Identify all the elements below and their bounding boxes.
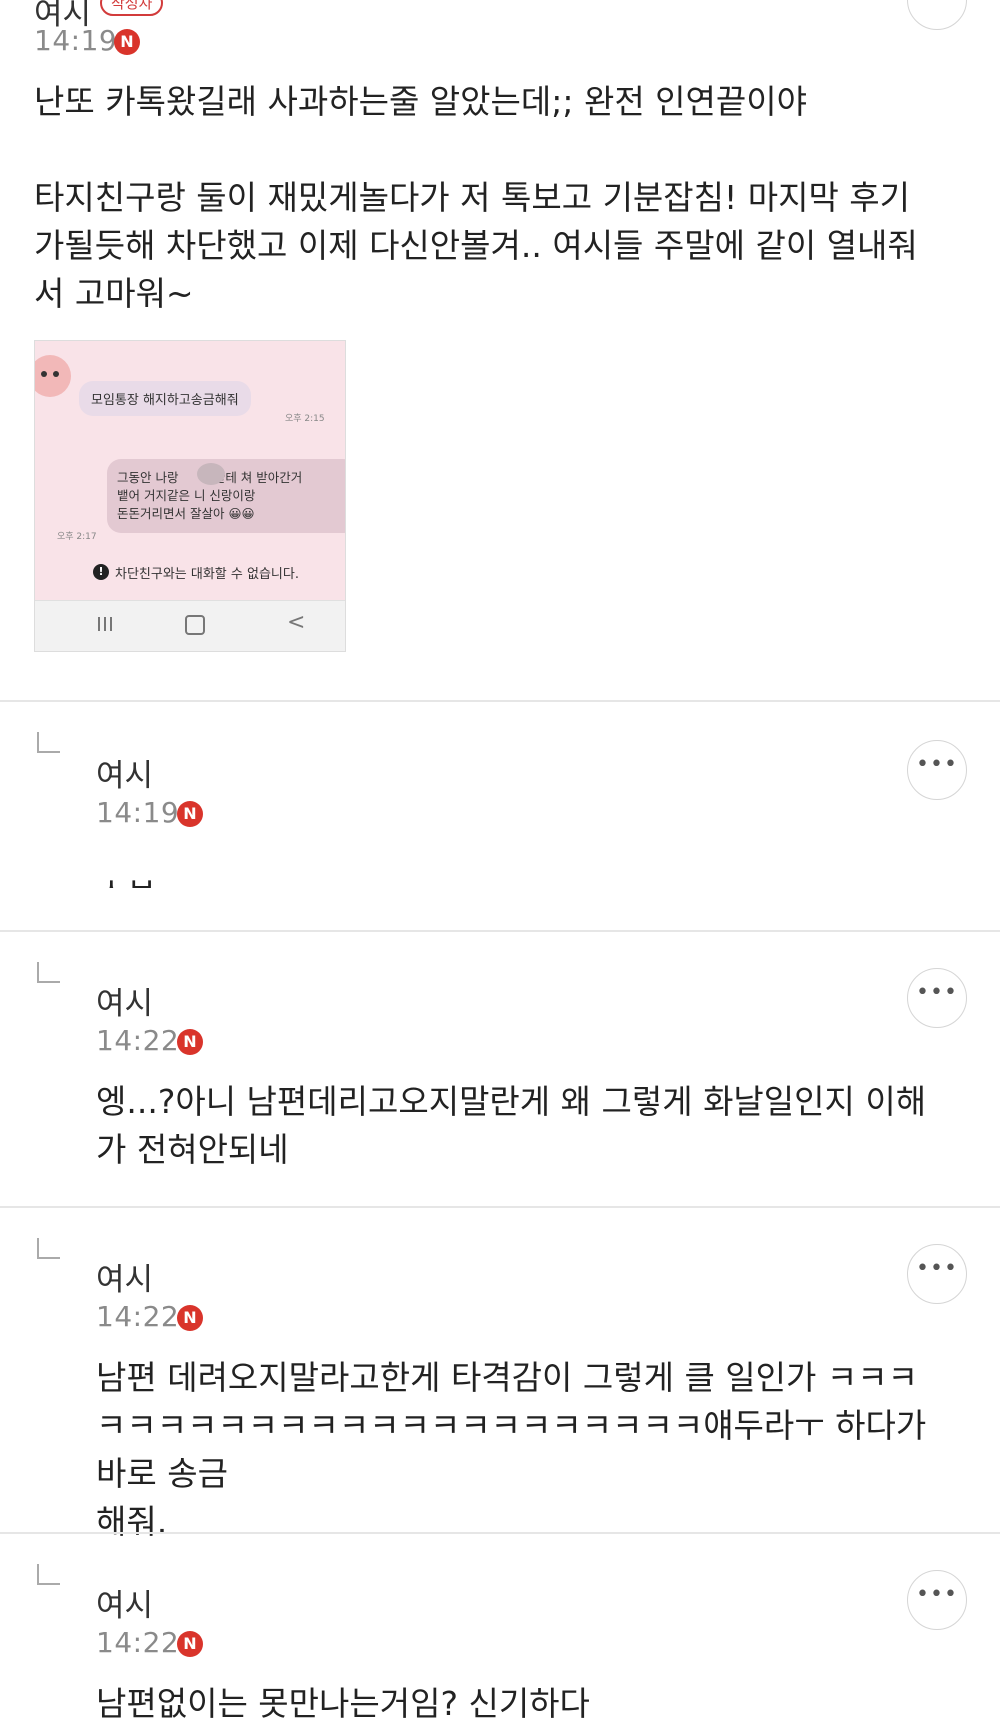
back-icon: < <box>287 610 306 635</box>
reply: 여시 14:22 N ••• 엥...?아니 남편데리고오지말란게 왜 그렇게 … <box>0 932 1000 1206</box>
post-text: 난또 카톡왔길래 사과하는줄 알았는데;; 완전 인연끝이야 타지친구랑 둘이 … <box>34 82 918 313</box>
reply-arrow-icon <box>37 1564 60 1585</box>
post-more-button[interactable]: ••• <box>907 0 967 30</box>
recent-apps-icon <box>98 617 112 631</box>
home-icon <box>185 615 205 635</box>
reply-more-button[interactable]: ••• <box>907 968 967 1028</box>
blocked-notice: 차단친구와는 대화할 수 없습니다. <box>115 567 299 582</box>
new-badge-icon: N <box>177 1631 203 1657</box>
blurred-name <box>197 463 225 485</box>
chat-bubble: 그동안 나랑 이한테 쳐 받아간거 뱉어 거지같은 니 신랑이랑 돈돈거리면서 … <box>107 459 345 533</box>
reply-time: 14:22 <box>96 1300 180 1333</box>
reply-author: 여시 <box>96 1262 154 1298</box>
author-badge: 작성자 <box>100 0 164 16</box>
chat-bubble: 모임통장 해지하고송금해줘 <box>79 381 251 416</box>
reply-arrow-icon <box>37 1238 60 1259</box>
reply-author: 여시 <box>96 1588 154 1624</box>
post: 여시 작성자 14:19 N ••• 난또 카톡왔길래 사과하는줄 알았는데;;… <box>0 0 1000 700</box>
reply-more-button[interactable]: ••• <box>907 1570 967 1630</box>
reply-time: 14:22 <box>96 1626 180 1659</box>
reply-time: 14:22 <box>96 1024 180 1057</box>
profile-avatar <box>35 355 71 397</box>
new-badge-icon: N <box>177 801 203 827</box>
reply-more-button[interactable]: ••• <box>907 740 967 800</box>
chat-time: 오후 2:17 <box>57 532 97 542</box>
new-badge-icon: N <box>177 1305 203 1331</box>
warning-icon: ! <box>93 564 109 580</box>
android-nav-bar: < <box>35 600 345 651</box>
new-badge-icon: N <box>177 1029 203 1055</box>
reply-time: 14:19 <box>96 796 180 829</box>
reply-author: 여시 <box>96 758 154 794</box>
reply: 여시 14:19 N ••• ㅅㅂ <box>0 702 1000 930</box>
reply-text: 남편없이는 못만나는거임? 신기하다 <box>96 1684 590 1723</box>
reply: 여시 14:22 N ••• 남편 데려오지말라고한게 타격감이 그렇게 클 일… <box>0 1208 1000 1541</box>
chat-time: 오후 2:15 <box>285 414 325 424</box>
reply-text: ㅅㅂ <box>96 866 157 888</box>
reply: 여시 14:22 N ••• 남편없이는 못만나는거임? 신기하다 <box>0 1534 1000 1736</box>
reply-text: 엥...?아니 남편데리고오지말란게 왜 그렇게 화날일인지 이해 가 전혀안되… <box>96 1082 927 1169</box>
reply-author: 여시 <box>96 986 154 1022</box>
kakaotalk-screenshot-image[interactable]: 모임통장 해지하고송금해줘 오후 2:15 그동안 나랑 이한테 쳐 받아간거 … <box>34 340 346 652</box>
reply-more-button[interactable]: ••• <box>907 1244 967 1304</box>
reply-arrow-icon <box>37 732 60 753</box>
new-badge-icon: N <box>114 29 140 55</box>
reply-arrow-icon <box>37 962 60 983</box>
post-time: 14:19 <box>34 24 118 57</box>
reply-text: 남편 데려오지말라고한게 타격감이 그렇게 클 일인가 ㅋㅋㅋ ㅋㅋㅋㅋㅋㅋㅋㅋ… <box>96 1358 927 1541</box>
